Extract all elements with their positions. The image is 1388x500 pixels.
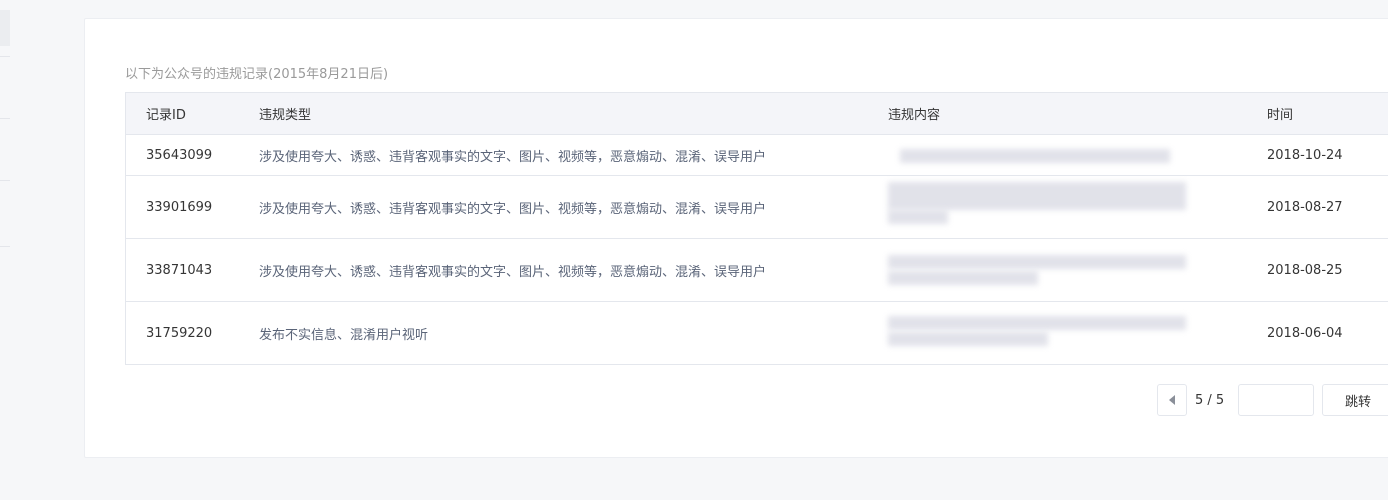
violation-type: 涉及使用夸大、诱惑、违背客观事实的文字、图片、视频等，恶意煽动、混淆、误导用户 — [259, 201, 767, 217]
header-violation-type: 违规类型 — [259, 108, 312, 123]
table-row: 31759220 发布不实信息、混淆用户视听 2018-06-04 — [126, 301, 1388, 364]
records-caption: 以下为公众号的违规记录(2015年8月21日后) — [125, 67, 389, 82]
record-time: 2018-10-24 — [1267, 147, 1343, 163]
chevron-left-icon — [1169, 395, 1175, 405]
record-time: 2018-06-04 — [1267, 325, 1343, 341]
record-id: 33901699 — [146, 199, 213, 215]
prev-page-button[interactable] — [1157, 384, 1187, 416]
violation-type: 涉及使用夸大、诱惑、违背客观事实的文字、图片、视频等，恶意煽动、混淆、误导用户 — [259, 264, 767, 280]
violation-content-redacted — [888, 239, 1188, 301]
sidebar-edge — [0, 0, 10, 500]
violation-table: 记录ID 违规类型 违规内容 时间 35643099 涉及使用夸大、诱惑、违背客… — [125, 92, 1388, 365]
sidebar-divider — [0, 118, 10, 119]
jump-page-input[interactable] — [1238, 384, 1314, 416]
violation-type: 涉及使用夸大、诱惑、违背客观事实的文字、图片、视频等，恶意煽动、混淆、误导用户 — [259, 149, 767, 165]
record-id: 35643099 — [146, 147, 213, 163]
header-time: 时间 — [1267, 108, 1294, 123]
page-indicator: 5 / 5 — [1195, 392, 1225, 408]
header-record-id: 记录ID — [146, 108, 186, 123]
record-id: 31759220 — [146, 325, 213, 341]
record-time: 2018-08-27 — [1267, 199, 1343, 215]
table-header-row: 记录ID 违规类型 违规内容 时间 — [126, 93, 1388, 134]
violation-content-redacted — [888, 135, 1188, 175]
sidebar-divider — [0, 246, 10, 247]
violation-records-panel: 以下为公众号的违规记录(2015年8月21日后) 记录ID 违规类型 违规内容 … — [84, 18, 1388, 458]
violation-content-redacted — [888, 176, 1188, 238]
table-row: 33871043 涉及使用夸大、诱惑、违背客观事实的文字、图片、视频等，恶意煽动… — [126, 238, 1388, 301]
header-violation-content: 违规内容 — [888, 108, 941, 123]
jump-button[interactable]: 跳转 — [1322, 384, 1388, 416]
sidebar-active-item[interactable] — [0, 10, 10, 46]
violation-content-redacted — [888, 302, 1188, 364]
record-id: 33871043 — [146, 262, 213, 278]
record-time: 2018-08-25 — [1267, 262, 1343, 278]
table-row: 35643099 涉及使用夸大、诱惑、违背客观事实的文字、图片、视频等，恶意煽动… — [126, 134, 1388, 175]
sidebar-divider — [0, 180, 10, 181]
violation-type: 发布不实信息、混淆用户视听 — [259, 327, 429, 343]
sidebar-divider — [0, 56, 10, 57]
table-row: 33901699 涉及使用夸大、诱惑、违背客观事实的文字、图片、视频等，恶意煽动… — [126, 175, 1388, 238]
